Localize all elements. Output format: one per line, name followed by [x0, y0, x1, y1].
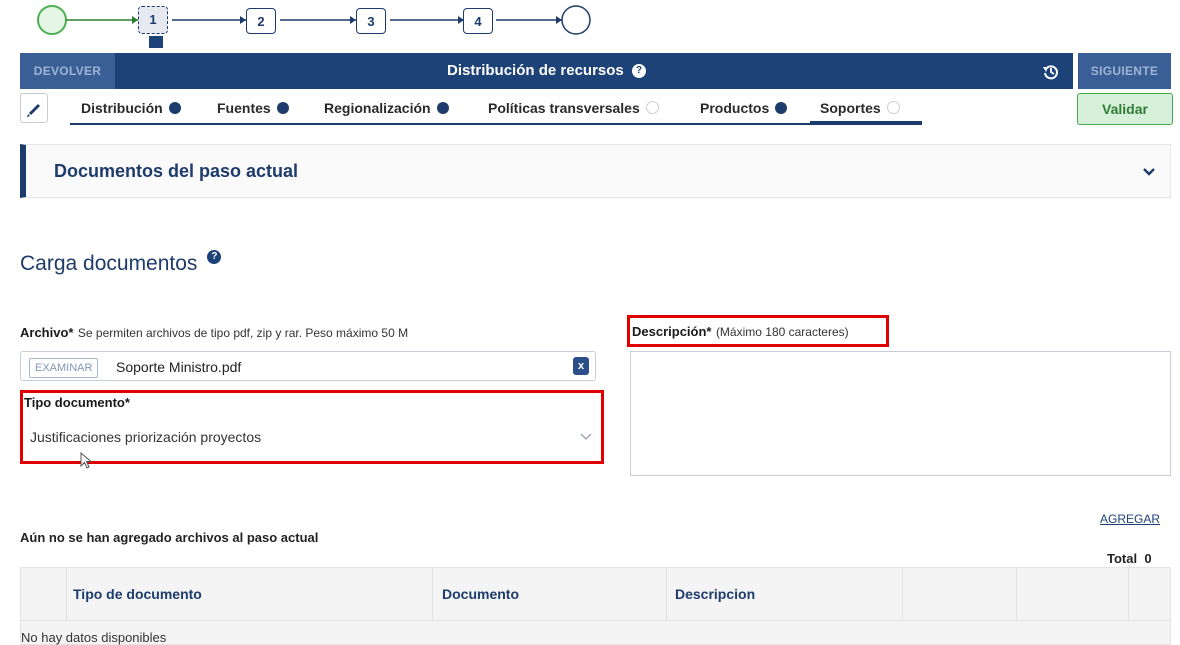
empty-files-message: Aún no se han agregado archivos al paso … — [20, 530, 319, 545]
doc-type-label: Tipo documento* — [24, 395, 130, 410]
file-input[interactable]: EXAMINAR Soporte Ministro.pdf x — [20, 351, 596, 381]
status-dot-icon — [168, 102, 181, 114]
doc-type-select[interactable]: Justificaciones priorización proyectos — [30, 423, 596, 451]
column-header-document[interactable]: Documento — [442, 568, 519, 620]
edit-button[interactable] — [20, 93, 48, 123]
help-icon[interactable]: ? — [631, 64, 646, 79]
section-panel[interactable]: Documentos del paso actual — [20, 144, 1171, 198]
tab-distribucion[interactable]: Distribución — [81, 93, 181, 123]
column-divider — [902, 568, 903, 620]
no-data-message: No hay datos disponibles — [21, 630, 167, 645]
upload-heading-text: Carga documentos — [20, 252, 198, 275]
mouse-cursor-icon — [80, 452, 93, 469]
tab-label: Distribución — [81, 100, 163, 116]
page-title: Distribución de recursos ? — [20, 53, 1073, 89]
back-button[interactable]: DEVOLVER — [20, 53, 115, 89]
chevron-down-icon — [580, 433, 592, 440]
validate-button[interactable]: Validar — [1077, 93, 1173, 125]
section-title: Documentos del paso actual — [54, 161, 299, 181]
end-node — [561, 5, 591, 35]
upload-heading: Carga documentos? — [20, 250, 222, 276]
tab-label: Regionalización — [324, 100, 431, 116]
total-count: Total 0 — [1107, 551, 1152, 566]
status-dot-icon — [645, 101, 659, 114]
status-dot-icon — [276, 102, 289, 114]
status-dot-icon — [436, 102, 449, 114]
step-2[interactable]: 2 — [246, 8, 276, 34]
chevron-down-icon[interactable] — [1143, 167, 1155, 177]
column-divider — [1128, 568, 1129, 620]
page-title-text: Distribución de recursos — [447, 62, 624, 79]
step-3[interactable]: 3 — [356, 8, 386, 34]
step-1[interactable]: 1 — [138, 6, 168, 34]
column-divider — [432, 568, 433, 620]
process-stepper: 1 2 3 4 — [0, 0, 700, 48]
column-header-doc-type[interactable]: Tipo de documento — [73, 568, 202, 620]
pencil-icon — [27, 104, 40, 117]
description-label: Descripción* — [632, 324, 712, 339]
file-label: Archivo* — [20, 325, 74, 340]
description-hint: (Máximo 180 caracteres) — [715, 325, 849, 339]
tab-productos[interactable]: Productos — [700, 93, 788, 123]
tab-label: Soportes — [820, 100, 881, 116]
start-node — [37, 5, 67, 35]
history-icon[interactable] — [1042, 63, 1060, 81]
column-divider — [666, 568, 667, 620]
help-icon[interactable]: ? — [207, 250, 222, 264]
next-button[interactable]: SIGUIENTE — [1078, 53, 1171, 89]
step-4[interactable]: 4 — [463, 8, 493, 34]
header-bar: Distribución de recursos ? — [20, 53, 1073, 89]
tab-soportes[interactable]: Soportes — [820, 93, 900, 123]
description-label-row: Descripción* (Máximo 180 caracteres) — [632, 323, 849, 341]
files-table: Tipo de documento Documento Descripcion … — [20, 567, 1171, 645]
add-file-link[interactable]: AGREGAR — [1100, 512, 1160, 526]
tab-label: Productos — [700, 100, 770, 116]
file-hint: Se permiten archivos de tipo pdf, zip y … — [77, 326, 409, 340]
status-dot-icon — [775, 102, 788, 114]
file-label-row: Archivo* Se permiten archivos de tipo pd… — [20, 324, 408, 342]
tab-label: Fuentes — [217, 100, 271, 116]
tab-label: Políticas transversales — [488, 100, 640, 116]
active-tab-indicator — [810, 121, 922, 124]
tab-bar: Distribución Fuentes Regionalización Pol… — [70, 93, 922, 125]
column-header-description[interactable]: Descripcion — [675, 568, 755, 620]
status-dot-icon — [886, 101, 900, 114]
doc-type-value: Justificaciones priorización proyectos — [30, 429, 262, 445]
clear-file-button[interactable]: x — [573, 357, 589, 375]
tab-fuentes[interactable]: Fuentes — [217, 93, 289, 123]
browse-button[interactable]: EXAMINAR — [29, 358, 99, 378]
tab-politicas-transversales[interactable]: Políticas transversales — [488, 93, 659, 123]
tab-regionalizacion[interactable]: Regionalización — [324, 93, 449, 123]
stepper-lines — [37, 5, 591, 48]
column-divider — [66, 568, 67, 620]
header-divider — [21, 620, 1170, 621]
total-label: Total — [1107, 551, 1138, 566]
column-divider — [1016, 568, 1017, 620]
file-name: Soporte Ministro.pdf — [116, 359, 242, 375]
description-textarea[interactable] — [630, 351, 1171, 476]
total-value: 0 — [1144, 551, 1152, 566]
